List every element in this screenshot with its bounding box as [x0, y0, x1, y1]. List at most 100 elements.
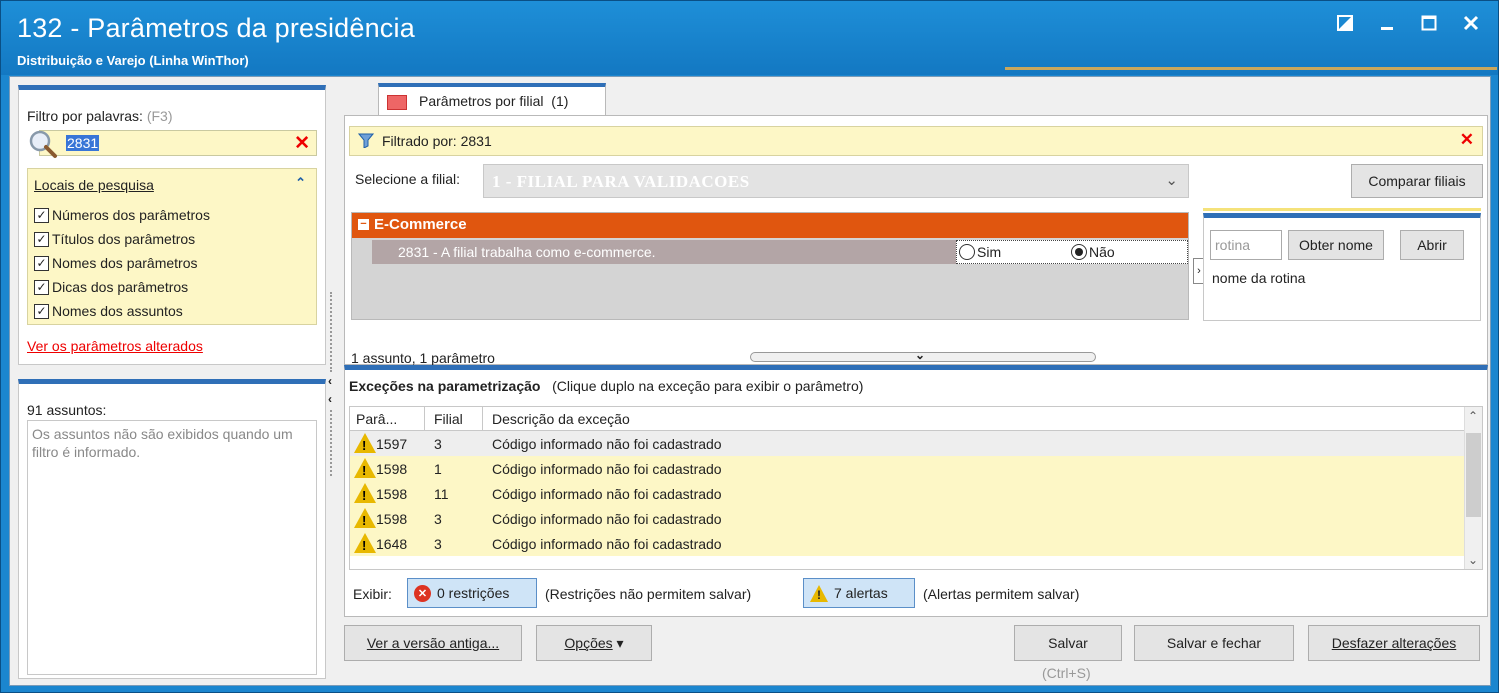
- column-filial[interactable]: Filial: [434, 411, 463, 427]
- cell-filial: 11: [434, 486, 449, 502]
- collapse-group-icon[interactable]: −: [358, 219, 369, 230]
- expand-left-icon[interactable]: ‹: [328, 392, 332, 406]
- option-label: Não: [1089, 244, 1115, 260]
- filter-bar: Filtrado por: 2831 ✕: [349, 126, 1483, 156]
- maximize-icon[interactable]: [1418, 11, 1440, 35]
- clear-filter-icon[interactable]: ✕: [1460, 130, 1474, 150]
- scroll-up-icon[interactable]: ⌃: [1468, 409, 1478, 423]
- table-row[interactable]: 1598 11 Código informado não foi cadastr…: [350, 481, 1466, 506]
- alerts-button[interactable]: 7 alertas: [803, 578, 915, 608]
- filter-label-text: Filtro por palavras:: [27, 108, 143, 124]
- restrictions-label: 0 restrições: [437, 585, 510, 601]
- client-area: Filtro por palavras: (F3) 2831 ✕ Locais …: [9, 76, 1491, 686]
- search-locations-title[interactable]: Locais de pesquisa: [34, 177, 154, 193]
- checkbox-checked-icon[interactable]: ✓: [34, 231, 49, 247]
- app-window: 132 - Parâmetros da presidência Distribu…: [0, 0, 1499, 693]
- cell-param: 1648: [376, 536, 408, 552]
- search-input[interactable]: 2831 ✕: [29, 130, 317, 158]
- warning-icon: [354, 533, 376, 553]
- parameter-row[interactable]: 2831 - A filial trabalha como e-commerce…: [372, 240, 1188, 264]
- chevron-down-icon[interactable]: ⌄: [1165, 171, 1178, 189]
- save-button[interactable]: Salvar: [1014, 625, 1122, 661]
- table-row[interactable]: 1648 3 Código informado não foi cadastra…: [350, 531, 1466, 556]
- open-button[interactable]: Abrir: [1400, 230, 1464, 260]
- location-checkbox[interactable]: ✓ Nomes dos assuntos: [34, 303, 183, 319]
- tab-label-text: Parâmetros por filial: [419, 93, 544, 109]
- chevron-down-icon[interactable]: ⌄: [915, 348, 925, 362]
- changed-params-link[interactable]: Ver os parâmetros alterados: [27, 338, 203, 354]
- undo-changes-button[interactable]: Desfazer alterações: [1308, 625, 1480, 661]
- title-bar[interactable]: 132 - Parâmetros da presidência Distribu…: [1, 1, 1498, 75]
- checkbox-checked-icon[interactable]: ✓: [34, 279, 49, 295]
- checkbox-checked-icon[interactable]: ✓: [34, 255, 49, 271]
- restore-icon[interactable]: [1334, 11, 1356, 35]
- column-divider[interactable]: [482, 407, 483, 431]
- branch-value: 1 - FILIAL PARA VALIDACOES: [492, 172, 750, 191]
- options-button[interactable]: Opções ▾: [536, 625, 652, 661]
- parameter-options: Sim Não: [956, 240, 1188, 264]
- option-sim[interactable]: Sim: [959, 244, 1001, 260]
- location-label: Nomes dos parâmetros: [52, 255, 198, 271]
- table-row[interactable]: 1597 3 Código informado não foi cadastra…: [350, 431, 1466, 456]
- column-param[interactable]: Parâ...: [356, 411, 397, 427]
- branch-label: Selecione a filial:: [355, 171, 461, 187]
- alerts-note: (Alertas permitem salvar): [923, 586, 1080, 602]
- branch-select[interactable]: 1 - FILIAL PARA VALIDACOES ⌄: [483, 164, 1189, 198]
- parameters-panel: Filtrado por: 2831 ✕ Selecione a filial:…: [344, 115, 1488, 366]
- column-divider[interactable]: [424, 407, 425, 431]
- save-close-button[interactable]: Salvar e fechar: [1134, 625, 1294, 661]
- exceptions-panel: Exceções na parametrização (Clique duplo…: [344, 365, 1488, 617]
- filter-panel: Filtro por palavras: (F3) 2831 ✕ Locais …: [18, 85, 326, 365]
- filter-label: Filtro por palavras: (F3): [27, 108, 173, 124]
- collapse-icon[interactable]: ⌃: [295, 175, 306, 191]
- dropdown-arrow-icon: ▾: [616, 634, 624, 651]
- checkbox-checked-icon[interactable]: ✓: [34, 207, 49, 223]
- table-row[interactable]: 1598 3 Código informado não foi cadastra…: [350, 506, 1466, 531]
- option-nao[interactable]: Não: [1071, 244, 1115, 260]
- splitter-grip: [330, 292, 336, 372]
- location-checkbox[interactable]: ✓ Títulos dos parâmetros: [34, 231, 195, 247]
- group-header[interactable]: − E-Commerce: [352, 213, 1188, 238]
- location-label: Nomes dos assuntos: [52, 303, 183, 319]
- checkbox-checked-icon[interactable]: ✓: [34, 303, 49, 319]
- table-scrollbar[interactable]: ⌃ ⌄: [1464, 407, 1482, 569]
- column-description[interactable]: Descrição da exceção: [492, 411, 630, 427]
- cell-param: 1597: [376, 436, 408, 452]
- collapse-left-icon[interactable]: ‹: [328, 374, 332, 388]
- restrictions-button[interactable]: ✕ 0 restrições: [407, 578, 537, 608]
- minimize-icon[interactable]: [1376, 11, 1398, 35]
- cell-description: Código informado não foi cadastrado: [492, 511, 722, 527]
- warning-icon: [354, 508, 376, 528]
- old-version-button[interactable]: Ver a versão antiga...: [344, 625, 522, 661]
- funnel-icon: [357, 132, 375, 152]
- location-checkbox[interactable]: ✓ Números dos parâmetros: [34, 207, 210, 223]
- scroll-down-icon[interactable]: ⌄: [1468, 553, 1478, 567]
- close-icon[interactable]: [1460, 11, 1482, 35]
- clear-search-icon[interactable]: ✕: [294, 132, 310, 155]
- routine-name: nome da rotina: [1212, 270, 1306, 286]
- cell-filial: 3: [434, 436, 442, 452]
- location-checkbox[interactable]: ✓ Nomes dos parâmetros: [34, 255, 198, 271]
- scroll-thumb[interactable]: [1466, 433, 1481, 517]
- subjects-list[interactable]: Os assuntos não são exibidos quando um f…: [27, 420, 317, 675]
- show-label: Exibir:: [353, 586, 392, 602]
- radio-icon[interactable]: [959, 244, 975, 260]
- horizontal-splitter[interactable]: ⌄: [750, 348, 1096, 362]
- parameter-text: 2831 - A filial trabalha como e-commerce…: [398, 244, 656, 260]
- tab-strip: Parâmetros por filial (1): [344, 83, 1488, 117]
- filter-shortcut-hint: (F3): [146, 108, 173, 124]
- subjects-info-text: Os assuntos não são exibidos quando um f…: [32, 426, 293, 460]
- routine-input[interactable]: rotina: [1210, 230, 1282, 260]
- location-checkbox[interactable]: ✓ Dicas dos parâmetros: [34, 279, 188, 295]
- exceptions-hint: (Clique duplo na exceção para exibir o p…: [552, 378, 864, 394]
- subjects-count: 91 assuntos:: [27, 402, 107, 418]
- cell-param: 1598: [376, 486, 408, 502]
- cell-param: 1598: [376, 511, 408, 527]
- tab-parametros-por-filial[interactable]: Parâmetros por filial (1): [378, 83, 606, 117]
- radio-selected-icon[interactable]: [1071, 244, 1087, 260]
- table-row[interactable]: 1598 1 Código informado não foi cadastra…: [350, 456, 1466, 481]
- vertical-splitter[interactable]: ‹ ‹: [328, 292, 338, 477]
- window-subtitle: Distribuição e Varejo (Linha WinThor): [17, 53, 249, 68]
- get-name-button[interactable]: Obter nome: [1288, 230, 1384, 260]
- compare-branches-button[interactable]: Comparar filiais: [1351, 164, 1483, 198]
